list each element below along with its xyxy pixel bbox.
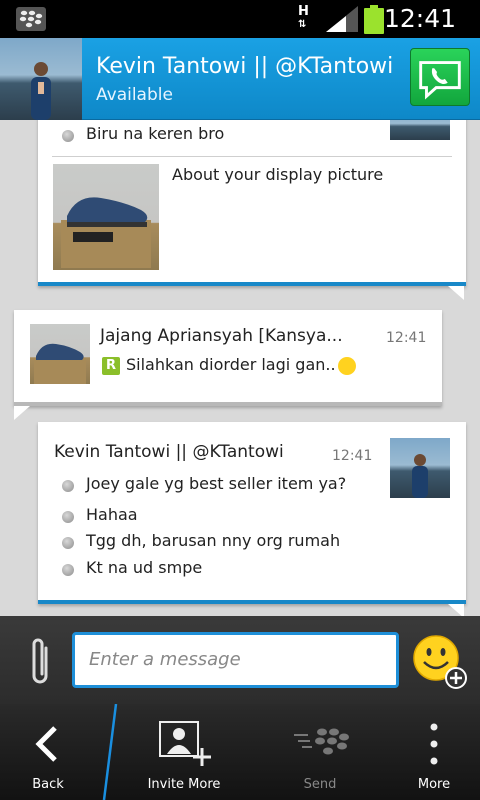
sender-name: Kevin Tantowi || @KTantowi	[54, 442, 284, 462]
bullet-dot-icon	[62, 511, 74, 523]
message-bubble-outgoing: Kevin Tantowi || @KTantowi 12:41 Joey ga…	[38, 422, 466, 616]
back-button[interactable]: Back	[0, 704, 96, 800]
chat-history[interactable]: Biru na keren bro About your display pic…	[0, 120, 480, 616]
bottom-action-bar: Back Invite More Send More	[0, 704, 480, 800]
more-label: More	[417, 777, 451, 792]
call-button[interactable]	[410, 48, 470, 106]
clock: 12:41	[383, 4, 456, 33]
bubble-tail	[448, 604, 464, 616]
sender-name: Jajang Apriansyah [Kansya...	[100, 326, 343, 346]
divider	[52, 156, 452, 157]
message-input[interactable]: Enter a message	[72, 632, 399, 688]
contact-avatar[interactable]	[0, 38, 82, 120]
network-h-icon: H ⇅	[298, 4, 309, 30]
bullet-dot-icon	[62, 130, 74, 142]
shoe-image-icon	[61, 197, 151, 268]
contact-presence: Available	[96, 85, 173, 105]
shoe-image-icon	[34, 343, 86, 384]
emoticon-add-icon[interactable]	[412, 634, 468, 690]
more-icon	[430, 723, 438, 765]
back-arrow-icon	[35, 726, 57, 762]
sender-avatar	[390, 120, 450, 140]
paperclip-icon[interactable]	[26, 636, 54, 688]
message-bubble-outgoing: Biru na keren bro About your display pic…	[38, 120, 466, 300]
bullet-dot-icon	[62, 480, 74, 492]
status-bar: H ⇅ 12:41	[0, 0, 480, 38]
bbm-send-icon	[294, 728, 349, 755]
shoe-picture[interactable]	[53, 164, 159, 270]
message-time: 12:41	[332, 448, 373, 464]
sender-avatar[interactable]	[390, 438, 450, 498]
contact-name: Kevin Tantowi || @KTantowi	[96, 54, 394, 79]
send-button[interactable]: Send	[270, 704, 370, 800]
blackberry-icon	[16, 7, 46, 31]
r-badge-icon: R	[102, 357, 120, 375]
message-time: 12:41	[386, 330, 427, 346]
invite-more-label: Invite More	[147, 777, 221, 792]
send-label: Send	[303, 777, 337, 792]
bubble-tail	[14, 406, 30, 420]
message-composer: Enter a message	[0, 616, 480, 704]
signal-icon	[326, 6, 358, 32]
divider	[102, 704, 118, 800]
invite-more-button[interactable]: Invite More	[134, 704, 234, 800]
grin-emoji-icon	[338, 357, 356, 375]
conversation-header: Kevin Tantowi || @KTantowi Available	[0, 38, 480, 120]
battery-icon	[364, 5, 384, 34]
phone-icon	[419, 61, 461, 100]
bullet-dot-icon	[62, 564, 74, 576]
add-contact-icon	[159, 721, 211, 766]
bullet-dot-icon	[62, 537, 74, 549]
back-label: Back	[32, 777, 64, 792]
bubble-tail	[448, 286, 464, 300]
message-bubble-incoming: Jajang Apriansyah [Kansya... 12:41 R Sil…	[14, 310, 442, 420]
more-button[interactable]: More	[392, 704, 476, 800]
sender-avatar[interactable]	[30, 324, 90, 384]
avatar-person-icon	[31, 62, 51, 120]
avatar-person-icon	[412, 454, 428, 498]
